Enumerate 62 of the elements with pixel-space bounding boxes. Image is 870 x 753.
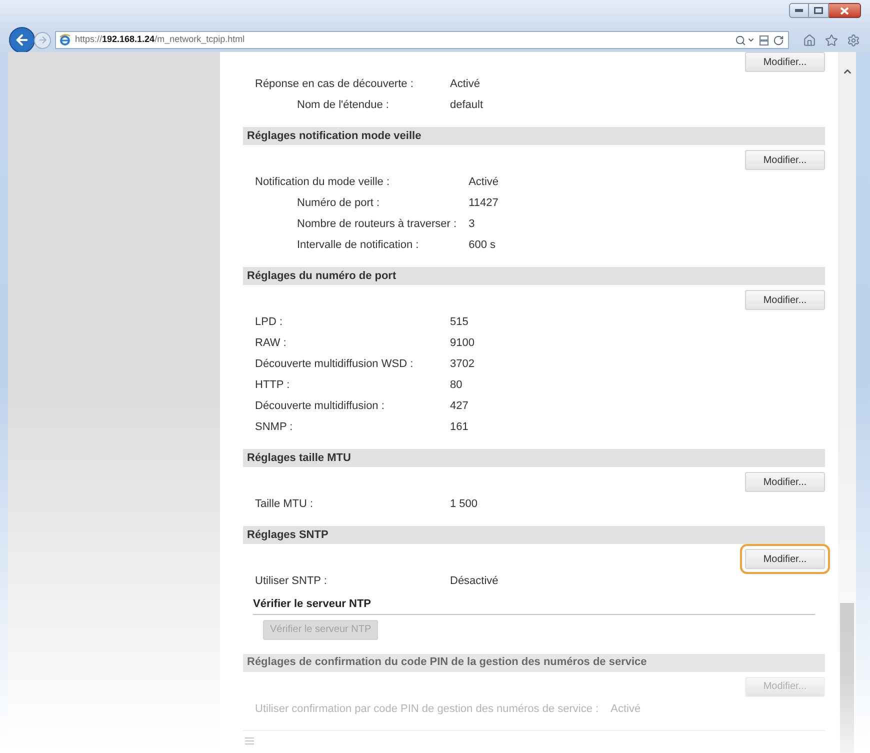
setting-label: SNMP : [255,420,293,436]
setting-label: Numéro de port : [297,196,380,212]
setting-value: 3 [468,217,475,232]
setting-label: HTTP : [255,378,290,394]
home-icon[interactable] [803,34,816,46]
url-text: https://192.168.1.24/m_network_tcpip.html [75,33,245,46]
section-header: Réglages SNTP [243,526,825,544]
minimize-icon [795,9,803,12]
setting-value: 427 [450,399,468,414]
scrollbar[interactable] [838,52,856,753]
lines-icon [245,736,254,744]
setting-value: 9100 [450,336,474,352]
favorites-star-icon[interactable] [825,34,838,46]
close-button[interactable] [829,3,861,18]
setting-label: RAW : [255,336,286,352]
setting-value: Désactivé [450,574,498,590]
setting-label: Nombre de routeurs à traverser : [297,217,457,232]
setting-label: Notification du mode veille : [255,175,390,190]
setting-label: Utiliser confirmation par code PIN de gestion des numéros de service : [255,702,599,717]
address-bar[interactable]: https://192.168.1.24/m_network_tcpip.html [55,31,789,49]
minimize-button[interactable] [789,3,809,18]
modify-button[interactable]: Modifier... [745,150,825,170]
maximize-icon [814,7,823,14]
subsection-title: Vérifier le serveur NTP [253,597,372,612]
setting-label: Utiliser SNTP : [255,574,327,590]
setting-value: 3702 [450,357,474,372]
setting-label: Réponse en cas de découverte : [255,77,414,92]
setting-value: Activé [610,702,641,717]
modify-button[interactable]: Modifier... [745,472,825,492]
setting-label: Découverte multidiffusion : [255,399,384,414]
scrollbar-thumb[interactable] [840,603,854,753]
refresh-icon[interactable] [773,34,784,46]
setting-value: 11427 [468,196,498,212]
dropdown-caret-icon[interactable] [747,36,755,44]
setting-value: 80 [450,378,462,394]
browser-icon [59,34,71,46]
close-icon [840,6,849,14]
maximize-button[interactable] [809,3,829,18]
modify-button[interactable]: Modifier... [745,52,825,72]
section-header: Réglages de confirmation du code PIN de la gestion des numéros de service [243,654,825,672]
forward-arrow-icon [38,35,48,45]
modify-button[interactable]: Modifier... [745,290,825,310]
setting-label: Découverte multidiffusion WSD : [255,357,414,372]
back-button[interactable] [9,27,35,53]
setting-value: 515 [450,315,468,330]
compatibility-view-icon[interactable] [759,34,769,46]
section-header: Réglages du numéro de port [243,267,825,285]
search-icon[interactable] [735,34,746,46]
setting-label: LPD : [255,315,283,330]
settings-icon[interactable] [847,34,860,46]
setting-value: Activé [450,77,480,92]
setting-value: default [450,98,484,114]
setting-label: Nom de l'étendue : [297,98,389,114]
setting-value: 600 s [468,238,496,254]
setting-value: Activé [468,175,499,190]
section-header: Réglages notification mode veille [243,127,825,145]
setting-label: Intervalle de notification : [297,238,419,254]
setting-label: Taille MTU : [255,497,314,512]
setting-value: 161 [450,420,468,436]
section-header: Réglages taille MTU [243,449,825,467]
modify-button[interactable]: Modifier... [745,549,825,569]
setting-value: 1 500 [450,497,478,512]
